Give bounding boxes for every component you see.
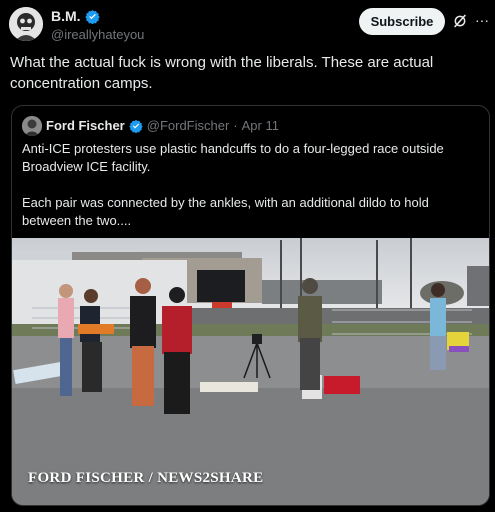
author-display-name[interactable]: B.M. [51, 8, 81, 24]
grok-icon[interactable] [452, 13, 468, 29]
quote-media-image[interactable]: FORD FISCHER / NEWS2SHARE [12, 238, 489, 505]
quote-paragraph-2: Each pair was connected by the ankles, w… [22, 195, 429, 228]
protest-scene-photo [12, 238, 489, 505]
quote-verified-badge-icon [129, 119, 143, 133]
quote-paragraph-1: Anti-ICE protesters use plastic handcuff… [22, 141, 444, 174]
author-handle[interactable]: @ireallyhateyou [51, 27, 144, 42]
quoted-post[interactable]: Ford Fischer @FordFischer · Apr 11 Anti-… [11, 105, 490, 506]
post-text: What the actual fuck is wrong with the l… [10, 54, 434, 92]
verified-badge-icon [84, 9, 100, 24]
subscribe-button[interactable]: Subscribe [359, 8, 445, 35]
author-name-row: B.M. [51, 8, 100, 24]
media-watermark: FORD FISCHER / NEWS2SHARE [28, 470, 264, 486]
author-avatar[interactable] [9, 7, 43, 41]
post-header: B.M. @ireallyhateyou Subscribe ··· [0, 0, 495, 48]
quote-author-name[interactable]: Ford Fischer [46, 118, 125, 133]
quote-author-row: Ford Fischer @FordFischer · Apr 11 [46, 118, 279, 133]
quote-avatar-image [22, 116, 42, 136]
quote-author-avatar[interactable] [22, 116, 42, 136]
quote-date[interactable]: Apr 11 [242, 118, 279, 133]
quote-separator: · [233, 118, 238, 133]
quote-text: Anti-ICE protesters use plastic handcuff… [22, 140, 477, 230]
avatar-image [9, 7, 43, 41]
more-options-icon[interactable]: ··· [475, 12, 489, 28]
quote-author-handle[interactable]: @FordFischer [147, 118, 230, 133]
